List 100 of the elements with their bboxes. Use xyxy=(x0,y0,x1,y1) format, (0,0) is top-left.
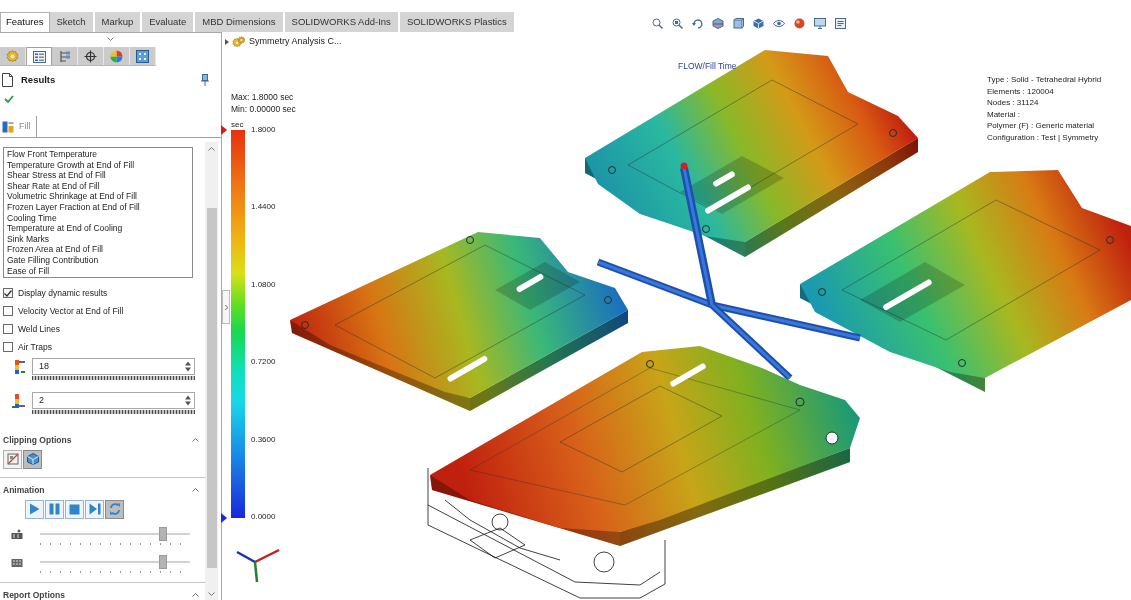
list-icon xyxy=(32,50,46,63)
section-header: Clipping Options xyxy=(3,434,72,447)
spinner-arrows-icon[interactable] xyxy=(185,395,191,406)
model-info-line: Type : Solid - Tetrahedral Hybrid xyxy=(987,74,1102,86)
section-view-icon[interactable] xyxy=(711,17,724,29)
thumbwheel[interactable] xyxy=(32,376,195,380)
ok-check-icon[interactable] xyxy=(4,95,14,103)
view-orientation-icon[interactable] xyxy=(732,17,744,29)
animation-button[interactable] xyxy=(45,499,64,519)
display-style-icon[interactable] xyxy=(752,17,764,29)
scale-value-field[interactable]: 2 xyxy=(32,392,195,409)
ribbon-tab[interactable]: Features xyxy=(0,12,50,32)
plot-title: FLOW/Fill Time xyxy=(678,60,737,73)
panel-title: Results xyxy=(21,72,56,87)
animation-slider[interactable] xyxy=(40,554,190,569)
legend-tick-label: 0.7200 xyxy=(251,357,276,368)
fill-tab[interactable]: Fill xyxy=(0,116,37,137)
previous-view-icon[interactable] xyxy=(691,17,703,29)
frames-icon xyxy=(11,556,23,568)
results-list-item[interactable]: Temperature Growth at End of Fill xyxy=(7,159,189,171)
checkmark-icon xyxy=(4,289,12,297)
thumbwheel[interactable] xyxy=(32,410,195,414)
section-plane-icon xyxy=(6,453,19,466)
slider-thumb[interactable] xyxy=(159,554,167,569)
min-value-label: Min: 0.00000 sec xyxy=(231,102,296,115)
legend-tick-label: 0.3600 xyxy=(251,434,276,445)
option-label: Weld Lines xyxy=(18,322,60,336)
grid-square-icon xyxy=(136,49,149,63)
model-info-line: Material : xyxy=(987,108,1021,120)
slider-thumb[interactable] xyxy=(159,526,167,541)
legend-tick-label: 1.0800 xyxy=(251,279,276,290)
section-header: Animation xyxy=(3,483,45,497)
clipping-button[interactable] xyxy=(23,449,42,469)
zoom-to-fit-icon[interactable] xyxy=(651,17,663,29)
results-list-item[interactable]: Cooling Time xyxy=(7,212,189,224)
option-label: Display dynamic results xyxy=(18,286,108,300)
scroll-down-icon xyxy=(208,592,215,596)
section-cube-icon xyxy=(26,453,39,466)
hierarchy-icon xyxy=(58,49,71,63)
results-list-item[interactable]: Sink Marks xyxy=(7,233,189,245)
legend-tick-label: 1.4400 xyxy=(251,202,276,213)
crosshair-icon xyxy=(84,49,97,63)
results-list-item[interactable]: Temperature at End of Cooling xyxy=(7,223,189,234)
results-list-item[interactable]: Gate Filling Contribution xyxy=(7,254,189,266)
ribbon-tab[interactable]: Markup xyxy=(94,12,143,32)
ribbon-tab[interactable]: SOLIDWORKS Add-Ins xyxy=(284,12,400,32)
section-header: Report Options xyxy=(3,588,65,600)
ribbon-tab[interactable]: SOLIDWORKS Plastics xyxy=(399,12,516,32)
scrollbar-thumb[interactable] xyxy=(206,208,217,568)
panel-collapse-handle[interactable] xyxy=(222,290,230,324)
collapse-caret-icon xyxy=(107,37,114,41)
scale-max-icon xyxy=(12,359,26,375)
scroll-up-icon xyxy=(208,147,215,151)
ribbon-tab[interactable]: Evaluate xyxy=(142,12,196,32)
spinner-arrows-icon[interactable] xyxy=(185,361,191,372)
results-list-item[interactable]: Volumetric Shrinkage at End of Fill xyxy=(7,191,189,202)
animation-button[interactable] xyxy=(65,499,84,519)
animation-button[interactable] xyxy=(25,499,44,519)
gears-icon xyxy=(232,35,246,48)
results-list-item[interactable]: Frozen Layer Fraction at End of Fill xyxy=(7,201,189,213)
results-list-item[interactable]: Shear Rate at End of Fill xyxy=(7,180,189,192)
speed-icon xyxy=(11,528,23,540)
model-info-line: Nodes : 31124 xyxy=(987,97,1040,109)
scrollbar[interactable] xyxy=(205,142,218,600)
results-list-item[interactable]: Frozen Area at End of Fill xyxy=(7,244,189,255)
chevron-up-icon xyxy=(192,438,199,443)
ribbon-tab[interactable]: MBD Dimensions xyxy=(195,12,285,32)
animation-slider[interactable] xyxy=(40,526,190,541)
checkbox[interactable] xyxy=(3,306,13,316)
cog-icon xyxy=(6,49,19,63)
results-list-item[interactable]: Ease of Fill xyxy=(7,265,189,277)
scale-value-field[interactable]: 18 xyxy=(32,358,195,375)
tree-item[interactable]: Symmetry Analysis C... xyxy=(249,35,342,49)
model-info-line: Polymer (F) : Generic material xyxy=(987,120,1096,132)
results-list-item[interactable]: Shear Stress at End of Fill xyxy=(7,170,189,181)
stop-icon xyxy=(69,503,80,515)
color-wheel-icon xyxy=(110,49,123,63)
loop-icon xyxy=(108,503,121,515)
chevron-up-icon xyxy=(192,488,199,493)
pushpin-icon[interactable] xyxy=(201,74,209,86)
results-list[interactable] xyxy=(3,147,193,278)
hide-show-icon[interactable] xyxy=(772,18,785,28)
checkbox[interactable] xyxy=(3,288,13,298)
checkbox[interactable] xyxy=(3,342,13,352)
model-info-line: Elements : 120004 xyxy=(987,85,1055,97)
scene-icon[interactable] xyxy=(813,17,826,29)
checkbox[interactable] xyxy=(3,324,13,334)
animation-button[interactable] xyxy=(85,499,104,519)
max-value-label: Max: 1.8000 sec xyxy=(231,90,294,103)
expand-arrow-icon[interactable] xyxy=(225,38,229,45)
ribbon-tab[interactable]: Sketch xyxy=(49,12,95,32)
fill-results-icon xyxy=(2,120,14,133)
appearance-icon[interactable] xyxy=(793,17,805,29)
manager-tab[interactable] xyxy=(26,47,52,65)
clipping-button[interactable] xyxy=(3,449,22,469)
view-settings-icon[interactable] xyxy=(834,17,846,29)
option-label: Velocity Vector at End of Fill xyxy=(18,304,124,318)
zoom-area-icon[interactable] xyxy=(671,17,683,29)
results-list-item[interactable]: Flow Front Temperature xyxy=(7,149,189,160)
animation-button[interactable] xyxy=(105,499,124,519)
